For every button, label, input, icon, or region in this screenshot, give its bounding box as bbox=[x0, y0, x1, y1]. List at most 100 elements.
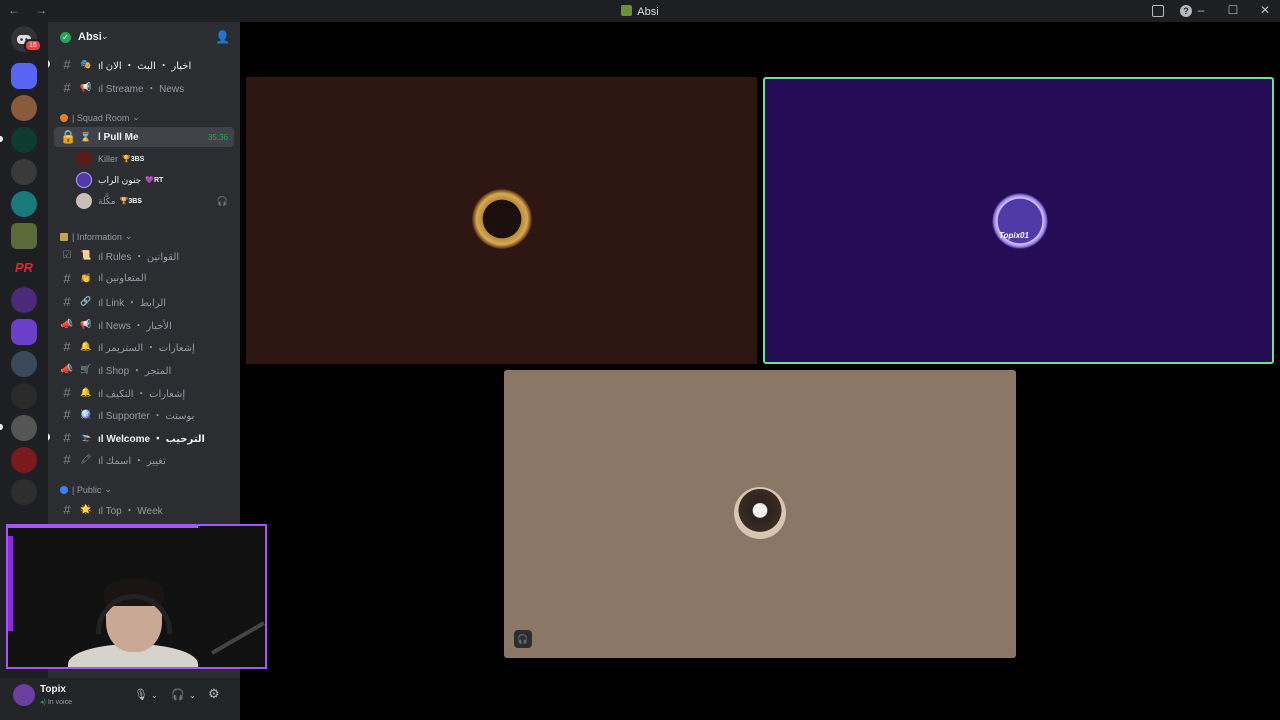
chevron-down-icon: ⌄ bbox=[104, 484, 112, 494]
tag-text: 3BS bbox=[128, 198, 142, 205]
server-icon[interactable] bbox=[11, 223, 37, 249]
channel-emoji: 📢 bbox=[80, 81, 92, 92]
voice-tile[interactable] bbox=[246, 77, 757, 364]
voice-tile-speaking[interactable]: Topix01 bbox=[763, 77, 1274, 364]
hash-icon: # bbox=[63, 384, 71, 400]
channel-item-welcome[interactable]: # 🛬 ıl Welcome ・ الترحيب bbox=[54, 427, 234, 447]
server-icon-pr[interactable]: PR bbox=[11, 255, 37, 281]
server-icon[interactable] bbox=[11, 95, 37, 121]
microphone-icon[interactable]: 🎙 bbox=[134, 688, 148, 701]
participant-avatar bbox=[472, 189, 532, 249]
server-icon[interactable] bbox=[11, 127, 37, 153]
channel-emoji: 🔔 bbox=[80, 386, 92, 397]
channel-item[interactable]: # 🎭 ıl اخبار ・ البث ・ الان bbox=[54, 54, 234, 74]
verified-icon: ✓ bbox=[60, 32, 71, 43]
channel-item[interactable]: # 🔔 ıl إشعارات ・ الستريمر bbox=[54, 336, 234, 356]
server-icon[interactable] bbox=[11, 159, 37, 185]
channel-emoji: 🔔 bbox=[80, 340, 92, 351]
category-information[interactable]: | Information ⌄ bbox=[60, 231, 132, 242]
guild-header[interactable]: ✓ Absi ⌄ 👤 bbox=[48, 22, 240, 54]
channel-label: ıl إشعارات ・ التكيف bbox=[98, 388, 186, 400]
member-tag: 🏆3BS bbox=[122, 155, 144, 163]
help-icon[interactable]: ? bbox=[1180, 5, 1192, 17]
channel-emoji: 🌟 bbox=[80, 503, 92, 514]
category-emoji bbox=[60, 232, 68, 241]
channel-item-top-week[interactable]: # 🌟 ıl Top ・ Week bbox=[54, 499, 234, 519]
server-icon[interactable] bbox=[11, 287, 37, 313]
add-member-icon[interactable]: 👤 bbox=[215, 30, 230, 44]
category-label: | Public bbox=[72, 484, 102, 495]
hash-icon: # bbox=[63, 79, 71, 95]
channel-item[interactable]: # 👏 ıl المتعاونين bbox=[54, 268, 234, 288]
channel-label: ıl Top ・ Week bbox=[98, 505, 163, 517]
notification-badge: 16 bbox=[24, 39, 42, 52]
minimize-button[interactable]: – bbox=[1194, 3, 1208, 17]
voice-channel-pull-me[interactable]: 🔒 ⌛ l Pull Me 35:36 bbox=[54, 127, 234, 147]
channel-label: ıl News ・ الأخبار bbox=[98, 320, 172, 332]
voice-tile[interactable]: 🎧 bbox=[504, 370, 1016, 658]
close-button[interactable]: ✕ bbox=[1258, 3, 1272, 17]
channel-item[interactable]: # 📢 ıl Streame ・ News bbox=[54, 77, 234, 97]
unread-indicator bbox=[48, 60, 50, 68]
category-label: | Squad Room bbox=[72, 112, 130, 123]
hash-icon: # bbox=[63, 406, 71, 422]
tag-text: 3BS bbox=[130, 156, 145, 163]
channel-label: ıl Rules ・ القوانين bbox=[98, 251, 180, 263]
hash-icon: # bbox=[63, 501, 71, 517]
server-icon bbox=[621, 5, 633, 16]
category-emoji bbox=[60, 113, 68, 122]
channel-emoji: 👏 bbox=[80, 272, 92, 283]
channel-item-news[interactable]: 📣 📢 ıl News ・ الأخبار bbox=[54, 314, 234, 334]
voice-member[interactable]: Killer 🏆3BS bbox=[76, 149, 234, 169]
channel-label: ıl Supporter ・ بوستت bbox=[98, 410, 195, 422]
tag-text: RT bbox=[153, 177, 164, 184]
unread-indicator bbox=[48, 433, 50, 441]
channel-item-shop[interactable]: 📣 🛒 ıl Shop ・ المتجر bbox=[54, 359, 234, 379]
channel-item[interactable]: # 🖍 ıl تغيير ・ اسمك bbox=[54, 449, 234, 469]
participant-avatar bbox=[989, 190, 1051, 252]
voice-member[interactable]: مكَّلة 🏆3BS 🎧 bbox=[76, 191, 234, 211]
tag-emoji: 🏆 bbox=[122, 156, 131, 163]
gear-icon[interactable]: ⚙ bbox=[208, 686, 220, 702]
category-squad-room[interactable]: | Squad Room ⌄ bbox=[60, 112, 140, 123]
server-icon[interactable] bbox=[11, 191, 37, 217]
server-icon[interactable] bbox=[11, 383, 37, 409]
channel-label: l Pull Me bbox=[98, 131, 139, 143]
user-name: Topix bbox=[40, 684, 66, 695]
channel-emoji: 🔗 bbox=[80, 295, 92, 306]
user-status-text: In voice bbox=[47, 699, 72, 706]
chevron-down-icon[interactable]: ⌄ bbox=[189, 691, 196, 700]
member-name: Killer bbox=[98, 154, 119, 164]
server-icon[interactable] bbox=[11, 479, 37, 505]
server-icon[interactable] bbox=[11, 447, 37, 473]
avatar bbox=[76, 151, 92, 167]
channel-item-rules[interactable]: ☑ 📜 ıl Rules ・ القوانين bbox=[54, 245, 234, 265]
title-bar: ← → Absi ? – ☐ ✕ bbox=[0, 0, 1280, 22]
channel-item[interactable]: # 🔔 ıl إشعارات ・ التكيف bbox=[54, 382, 234, 402]
inbox-icon[interactable] bbox=[1152, 5, 1164, 17]
server-icon[interactable] bbox=[11, 415, 37, 441]
user-avatar[interactable] bbox=[13, 684, 35, 706]
member-tag: 💜RT bbox=[145, 176, 163, 184]
avatar bbox=[76, 172, 92, 188]
channel-emoji: 🛒 bbox=[80, 363, 92, 374]
category-public[interactable]: | Public ⌄ bbox=[60, 484, 112, 495]
server-icon[interactable] bbox=[11, 351, 37, 377]
channel-item-supporter[interactable]: # 🪩 ıl Supporter ・ بوستت bbox=[54, 404, 234, 424]
unread-pill bbox=[0, 136, 3, 142]
voice-connected-icon: ◂) bbox=[40, 699, 46, 706]
maximize-button[interactable]: ☐ bbox=[1226, 3, 1240, 17]
channel-item-link[interactable]: # 🔗 ıl Link ・ الرابط bbox=[54, 291, 234, 311]
voice-member[interactable]: جنون الراب 💜RT bbox=[76, 170, 234, 190]
channel-label: ıl المتعاونين bbox=[98, 272, 147, 284]
server-icon[interactable] bbox=[11, 319, 37, 345]
channel-emoji: 🖍 bbox=[80, 453, 92, 464]
chevron-down-icon[interactable]: ⌄ bbox=[151, 691, 158, 700]
hash-icon: # bbox=[63, 270, 71, 286]
chevron-down-icon: ⌄ bbox=[101, 31, 109, 41]
member-tag: 🏆3BS bbox=[120, 197, 142, 205]
server-icon-crown[interactable] bbox=[11, 63, 37, 89]
headphones-icon[interactable]: 🎧 bbox=[171, 688, 185, 701]
channel-emoji: 🪩 bbox=[80, 408, 92, 419]
hash-icon: # bbox=[63, 338, 71, 354]
